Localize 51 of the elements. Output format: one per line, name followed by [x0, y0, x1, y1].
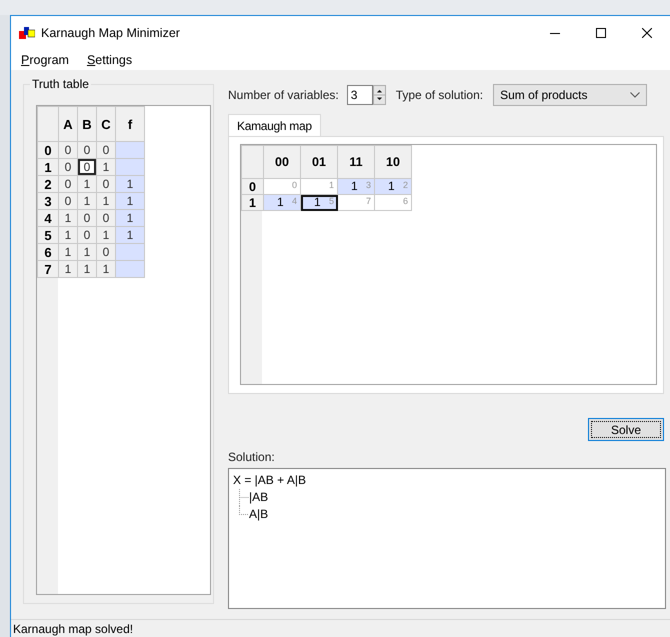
- spinner-icon[interactable]: [372, 85, 386, 105]
- tree-item[interactable]: |AB: [249, 489, 268, 506]
- column-header: B: [78, 106, 96, 142]
- output-cell[interactable]: [116, 244, 144, 260]
- row-header: 6: [38, 244, 58, 260]
- variables-label: Number of variables:: [228, 88, 339, 102]
- output-cell[interactable]: [116, 260, 144, 278]
- tab[interactable]: Kamaugh map: [228, 114, 321, 136]
- output-cell[interactable]: [116, 158, 144, 176]
- map-cell[interactable]: 1 2: [374, 178, 412, 194]
- column-header: 11: [338, 146, 374, 178]
- output-cell[interactable]: 1: [116, 176, 144, 192]
- row-header: 3: [38, 192, 58, 210]
- column-header: f: [116, 106, 144, 142]
- row-header: 2: [38, 176, 58, 192]
- map-cell[interactable]: 1 5: [300, 194, 338, 210]
- column-header: 10: [374, 146, 412, 178]
- column-header: 01: [300, 146, 338, 178]
- row-header: 1: [38, 158, 58, 176]
- column-header: A: [58, 106, 78, 142]
- output-cell[interactable]: 1: [116, 226, 144, 244]
- row-header: 4: [38, 210, 58, 226]
- map-cell[interactable]: 1 3: [338, 178, 374, 194]
- tree-item[interactable]: X = |AB + A|B: [233, 472, 661, 489]
- solution-type-dropdown[interactable]: Sum of products: [493, 84, 648, 106]
- tree-item[interactable]: A|B: [249, 506, 268, 523]
- solution-label: Solution:: [228, 450, 276, 464]
- maximize-icon: [596, 28, 606, 38]
- column-header: 00: [264, 146, 300, 178]
- solve-button[interactable]: Solve: [588, 418, 664, 441]
- row-header: 5: [38, 226, 58, 244]
- group-title: Truth table: [30, 77, 91, 91]
- row-header: 0: [38, 142, 58, 158]
- row-header: 7: [38, 260, 58, 278]
- output-cell[interactable]: 1: [116, 192, 144, 210]
- row-header: 1: [242, 194, 264, 210]
- column-header: C: [96, 106, 116, 142]
- status-text: Karnaugh map solved!: [11, 619, 670, 637]
- minimize-icon: [550, 32, 560, 34]
- solution-type-label: Type of solution:: [396, 88, 484, 102]
- variables-field[interactable]: 3: [346, 85, 373, 105]
- row-header: 0: [242, 178, 264, 194]
- menu-item[interactable]: Settings: [84, 53, 134, 67]
- map-cell[interactable]: 1 4: [264, 194, 300, 210]
- window-title: Karnaugh Map Minimizer: [41, 26, 181, 40]
- output-cell[interactable]: [116, 142, 144, 158]
- close-icon: [642, 28, 652, 38]
- output-cell[interactable]: 1: [116, 210, 144, 226]
- menu-item[interactable]: Program: [19, 53, 71, 67]
- chevron-down-icon: [630, 92, 640, 98]
- app-icon: [19, 26, 35, 40]
